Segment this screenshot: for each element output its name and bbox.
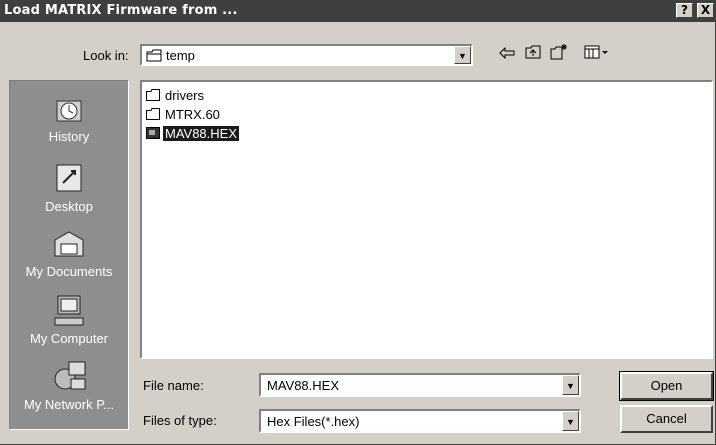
- list-item-selected[interactable]: MAV88.HEX: [146, 126, 240, 143]
- list-item[interactable]: drivers: [146, 88, 206, 105]
- file-type-value: Hex Files(*.hex): [267, 414, 360, 429]
- close-button[interactable]: X: [697, 3, 714, 18]
- open-button[interactable]: Open: [619, 371, 714, 401]
- cancel-button[interactable]: Cancel: [620, 405, 713, 433]
- file-list[interactable]: drivers MTRX.60 MAV88.HEX: [140, 80, 713, 359]
- my-network-icon: [49, 359, 89, 395]
- place-history[interactable]: History: [10, 91, 128, 144]
- folder-icon: [146, 49, 162, 65]
- look-in-chevron-down-icon[interactable]: ▼: [454, 46, 471, 64]
- file-name: MAV88.HEX: [163, 126, 240, 141]
- place-label: History: [48, 129, 90, 144]
- file-type-chevron-down-icon[interactable]: ▼: [562, 411, 579, 431]
- file-name-value: MAV88.HEX: [267, 378, 340, 393]
- look-in-dropdown[interactable]: temp ▼: [140, 44, 473, 66]
- place-my-documents[interactable]: My Documents: [10, 226, 128, 279]
- help-button[interactable]: ?: [676, 3, 693, 18]
- look-in-value: temp: [166, 48, 195, 63]
- folder-icon: [146, 89, 160, 101]
- file-name-label: File name:: [143, 378, 204, 393]
- back-arrow-icon[interactable]: [496, 44, 518, 64]
- file-name: MTRX.60: [165, 107, 220, 122]
- place-my-network[interactable]: My Network P...: [10, 359, 128, 412]
- views-menu-icon[interactable]: [582, 44, 612, 64]
- place-label: My Computer: [29, 331, 109, 346]
- file-type-label: Files of type:: [143, 413, 217, 428]
- place-my-computer[interactable]: My Computer: [10, 293, 128, 346]
- place-desktop[interactable]: Desktop: [10, 161, 128, 214]
- title-bar[interactable]: Load MATRIX Firmware from ... ? X: [0, 0, 716, 22]
- my-computer-icon: [49, 293, 89, 329]
- place-label: My Documents: [25, 264, 113, 279]
- file-type-dropdown[interactable]: Hex Files(*.hex) ▼: [259, 409, 581, 433]
- look-in-label: Look in:: [83, 48, 129, 63]
- file-name-chevron-down-icon[interactable]: ▼: [562, 375, 579, 395]
- history-icon: [49, 91, 89, 127]
- file-icon: [146, 127, 160, 139]
- place-label: My Network P...: [23, 397, 115, 412]
- new-folder-icon[interactable]: [548, 44, 570, 64]
- file-name-field[interactable]: MAV88.HEX ▼: [259, 373, 581, 397]
- up-folder-icon[interactable]: [522, 44, 544, 64]
- place-label: Desktop: [45, 199, 93, 214]
- my-documents-icon: [49, 226, 89, 262]
- dialog-title: Load MATRIX Firmware from ...: [4, 3, 238, 18]
- open-file-dialog: Load MATRIX Firmware from ... ? X Look i…: [0, 0, 716, 445]
- file-name: drivers: [165, 88, 205, 103]
- list-item[interactable]: MTRX.60: [146, 107, 222, 124]
- folder-icon: [146, 108, 160, 120]
- places-bar: History Desktop My Documents My Computer…: [9, 80, 129, 430]
- desktop-icon: [49, 161, 89, 197]
